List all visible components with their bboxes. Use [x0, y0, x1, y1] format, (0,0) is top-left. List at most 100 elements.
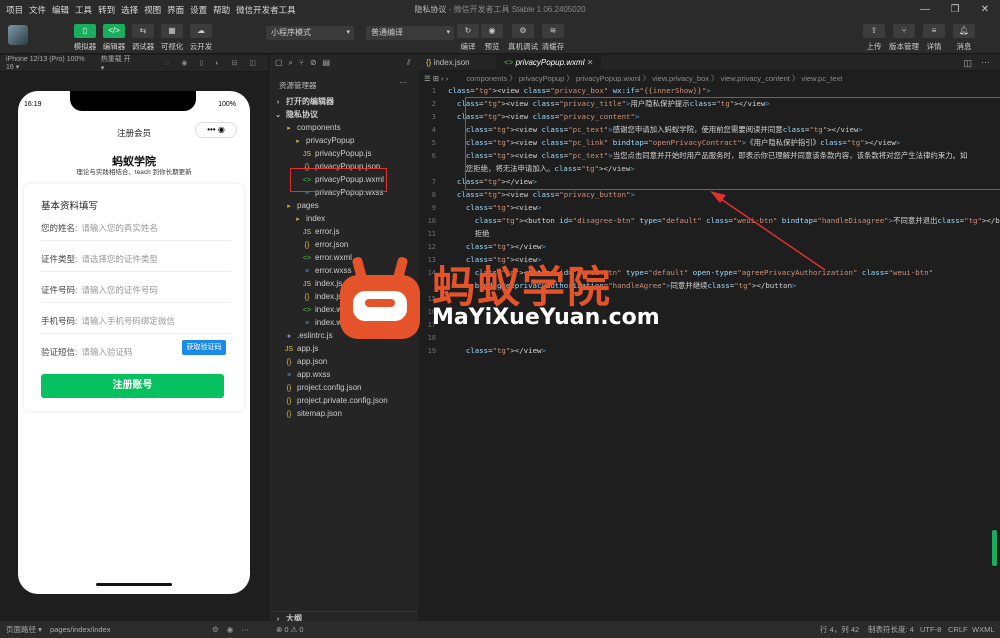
simulator-toggle[interactable]: ▯ 模拟器	[70, 24, 100, 52]
highlight-box-file	[290, 168, 387, 192]
line-number: 5	[431, 139, 436, 147]
code-line[interactable]: class="tg"></view>	[448, 344, 546, 357]
project-header[interactable]: ⌄ 隐私协议	[273, 108, 318, 121]
cursor-position[interactable]: 行 4，列 42	[820, 621, 859, 638]
language-mode[interactable]: WXML	[972, 621, 995, 638]
tree-item[interactable]: ● .eslintrc.js	[284, 329, 333, 342]
bell-icon: 🔔︎	[953, 24, 975, 38]
line-number: 19	[427, 347, 436, 355]
nav-icons[interactable]: ☰ ⊞ ‹ ›	[424, 74, 448, 83]
line-number: 8	[431, 191, 436, 199]
menu-item[interactable]: 工具	[72, 4, 95, 16]
split-editor-icon[interactable]: ◫	[963, 58, 972, 69]
menu-item[interactable]: 帮助	[210, 4, 233, 16]
version-button[interactable]: ⑂ 版本管理	[889, 24, 919, 52]
explorer-tool-icons[interactable]: ▢⌕⑂⊘▤	[275, 58, 336, 68]
page-path-select[interactable]: 页面路径 ▾	[6, 621, 42, 638]
tree-item[interactable]: ▸ pages	[284, 199, 319, 212]
tree-item[interactable]: JS app.js	[284, 342, 318, 355]
close-tab-icon[interactable]: ✕	[587, 58, 594, 67]
eol[interactable]: CRLF	[948, 621, 968, 638]
tree-item[interactable]: {} error.json	[302, 238, 349, 251]
menu-item[interactable]: 项目	[0, 4, 26, 16]
cloud-toggle[interactable]: ☁ 云开发	[186, 24, 216, 52]
upload-button[interactable]: ⇪ 上传	[859, 24, 889, 52]
mode-select[interactable]: 小程序模式	[266, 26, 354, 40]
tree-item[interactable]: ▸ components	[284, 121, 340, 134]
details-button[interactable]: ≡ 详情	[919, 24, 949, 52]
toolbar: ▯模拟器 </>编辑器 ⇆调试器 ▦可视化 ☁云开发 小程序模式 普通编译 ↻编…	[0, 19, 1000, 54]
tree-item[interactable]: JS error.js	[302, 225, 340, 238]
line-number: 4	[431, 126, 436, 134]
problems-count[interactable]: ⊗ 0 ⚠ 0	[276, 621, 304, 638]
tree-item[interactable]: JS privacyPopup.js	[302, 147, 372, 160]
form-card: 基本资料填写 您的姓名: 请输入您的真实姓名 证件类型: 请选择您的证件类型 证件号…	[24, 184, 244, 411]
watermark-logo-icon	[340, 257, 420, 339]
get-code-button[interactable]: 获取验证码	[182, 340, 226, 355]
code-line[interactable]: class="tg"></view>	[448, 240, 546, 253]
menu-item[interactable]: 界面	[164, 4, 187, 16]
tree-item[interactable]: ▸ index	[293, 212, 325, 225]
visual-toggle[interactable]: ▦ 可视化	[157, 24, 187, 52]
register-button[interactable]: 注册账号	[41, 374, 224, 398]
editor-more-icon[interactable]: ···	[981, 57, 990, 67]
tab-size[interactable]: 制表符长度: 4	[868, 621, 914, 638]
real-debug-button[interactable]: ⚙ 真机调试	[508, 24, 538, 52]
clear-cache-button[interactable]: ≋ 清缓存	[538, 24, 568, 52]
file-icon: {}	[286, 411, 292, 418]
menu-item[interactable]: 选择	[118, 4, 141, 16]
capsule-menu[interactable]: ••• ◉	[195, 122, 237, 138]
close-icon[interactable]: ✕	[970, 0, 1000, 19]
name-field[interactable]: 您的姓名: 请输入您的真实姓名	[41, 222, 158, 234]
menu-item[interactable]: 转到	[95, 4, 118, 16]
menu-item[interactable]: 编辑	[49, 4, 72, 16]
window-controls: — ❐ ✕	[910, 0, 1000, 19]
scroll-indicator[interactable]	[992, 530, 997, 566]
menu-item[interactable]: 微信开发者工具	[233, 4, 299, 16]
tree-item-label: project.config.json	[297, 383, 362, 392]
phone-field[interactable]: 手机号码: 请输入手机号码绑定微信	[41, 315, 175, 327]
device-select[interactable]: iPhone 12/13 (Pro) 100% 16 ▾	[6, 56, 87, 71]
tree-item[interactable]: {} app.json	[284, 355, 328, 368]
line-number: 9	[431, 204, 436, 212]
sim-controls[interactable]: ◌◉▯◐⊟◫	[165, 59, 268, 67]
menu-item[interactable]: 文件	[26, 4, 49, 16]
more-icon[interactable]: •••	[207, 125, 215, 134]
code-line[interactable]: class="tg"><view class="privacy_box" wx:…	[448, 84, 711, 97]
minimize-icon[interactable]: —	[910, 0, 940, 19]
tree-item[interactable]: {} project.private.config.json	[284, 394, 388, 407]
encoding[interactable]: UTF-8	[920, 621, 941, 638]
more-icon[interactable]: ···	[399, 78, 407, 87]
idtype-field[interactable]: 证件类型: 请选择您的证件类型	[41, 253, 158, 265]
tree-item[interactable]: {} sitemap.json	[284, 407, 342, 420]
explorer-title: 资源管理器	[279, 81, 317, 90]
status-tool-icons[interactable]: ⚙◉⋯	[212, 621, 257, 638]
tree-item[interactable]: ▸ privacyPopup	[293, 134, 354, 147]
menu-item[interactable]: 设置	[187, 4, 210, 16]
brand-slogan: 理论与实践相结合、teach 到你长期更新	[76, 169, 192, 176]
maximize-icon[interactable]: ❐	[940, 0, 970, 19]
split-icon[interactable]: ⫽	[407, 58, 411, 68]
messages-button[interactable]: 🔔︎ 消息	[949, 24, 979, 52]
tree-item[interactable]: {} project.config.json	[284, 381, 362, 394]
tab-privacypopup-wxml[interactable]: <> privacyPopup.wxml ✕	[496, 55, 602, 71]
highlight-box-code	[465, 97, 1000, 190]
code-line[interactable]: 拒绝	[448, 227, 490, 240]
refresh-icon: ↻	[457, 24, 479, 38]
editor-toggle[interactable]: </> 编辑器	[99, 24, 129, 52]
compile-select[interactable]: 普通编译	[366, 26, 454, 40]
sms-code-field[interactable]: 验证短信: 请输入验证码	[41, 346, 132, 358]
debugger-toggle[interactable]: ⇆ 调试器	[128, 24, 158, 52]
tree-item[interactable]: ≡ app.wxss	[284, 368, 330, 381]
menu-item[interactable]: 视图	[141, 4, 164, 16]
tree-item-label: app.wxss	[297, 370, 331, 379]
code-line[interactable]: class="tg"><view>	[448, 201, 542, 214]
preview-button[interactable]: ◉ 预览	[477, 24, 507, 52]
avatar[interactable]	[8, 25, 28, 45]
idnumber-field[interactable]: 证件号码: 请输入您的证件号码	[41, 284, 158, 296]
open-editors-header[interactable]: › 打开的编辑器	[273, 95, 334, 108]
target-icon[interactable]: ◉	[218, 125, 225, 134]
eye-icon: ◉	[481, 24, 503, 38]
hotreload-toggle[interactable]: 热重载 开 ▾	[101, 54, 131, 72]
tab-index-json[interactable]: {} index.json	[418, 55, 478, 71]
